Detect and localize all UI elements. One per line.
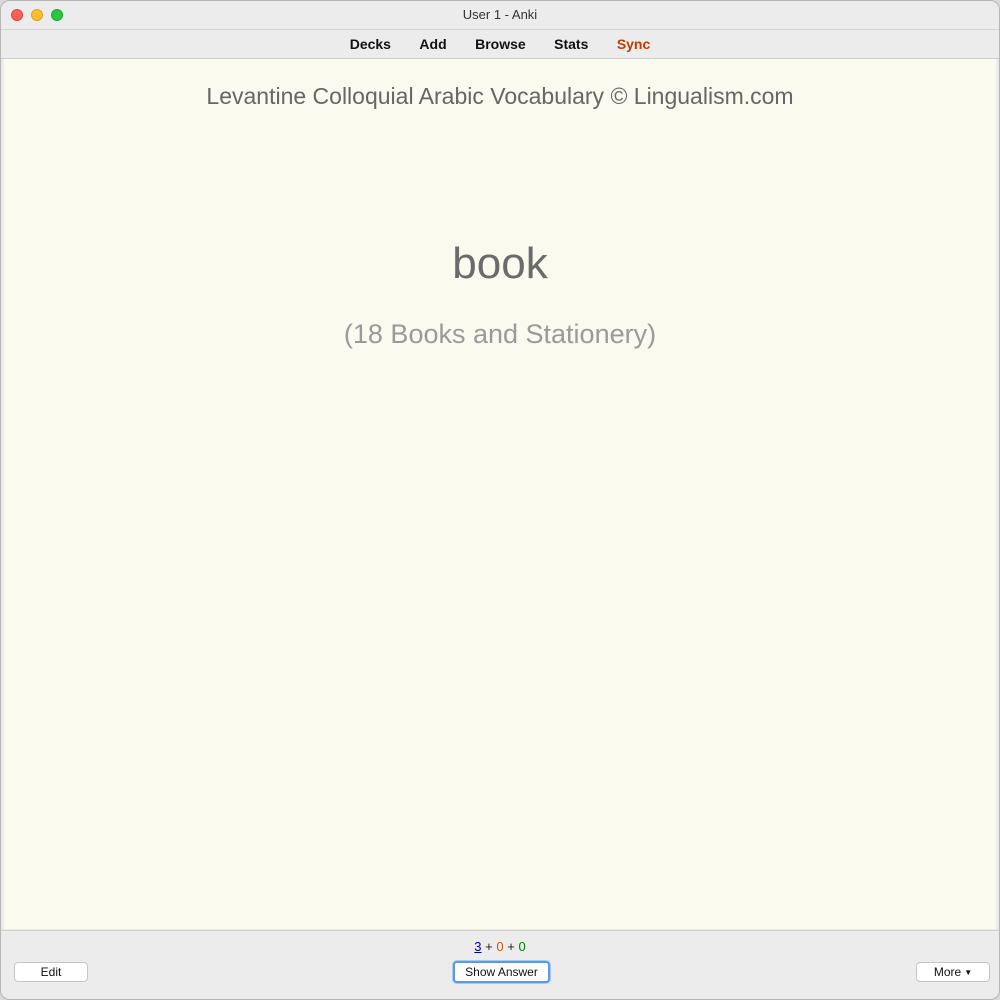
learning-count: 0 [496, 939, 504, 954]
count-separator: + [485, 939, 493, 954]
deck-header: Levantine Colloquial Arabic Vocabulary ©… [206, 83, 794, 109]
card-view: Levantine Colloquial Arabic Vocabulary ©… [4, 59, 996, 929]
review-bottom-bar: 3 + 0 + 0 Edit Show Answer More ▼ [1, 930, 999, 999]
toolbar-add[interactable]: Add [419, 30, 446, 58]
title-bar: User 1 - Anki [1, 1, 999, 30]
caret-down-icon: ▼ [964, 967, 973, 977]
more-button[interactable]: More ▼ [916, 962, 990, 982]
toolbar-decks[interactable]: Decks [350, 30, 391, 58]
toolbar-browse[interactable]: Browse [475, 30, 526, 58]
count-separator: + [507, 939, 515, 954]
toolbar-sync[interactable]: Sync [617, 30, 650, 58]
show-answer-button[interactable]: Show Answer [453, 961, 550, 983]
due-counts: 3 + 0 + 0 [1, 939, 999, 954]
card-category: (18 Books and Stationery) [343, 319, 657, 349]
new-count: 3 [474, 939, 482, 954]
window-title: User 1 - Anki [462, 7, 538, 22]
edit-button[interactable]: Edit [14, 962, 88, 982]
toolbar-stats[interactable]: Stats [554, 30, 588, 58]
card-word: book [452, 239, 548, 288]
more-label: More [933, 965, 962, 979]
review-count: 0 [518, 939, 526, 954]
anki-window: User 1 - Anki Decks Add Browse Stats Syn… [0, 0, 1000, 1000]
main-toolbar: Decks Add Browse Stats Sync [1, 30, 999, 59]
